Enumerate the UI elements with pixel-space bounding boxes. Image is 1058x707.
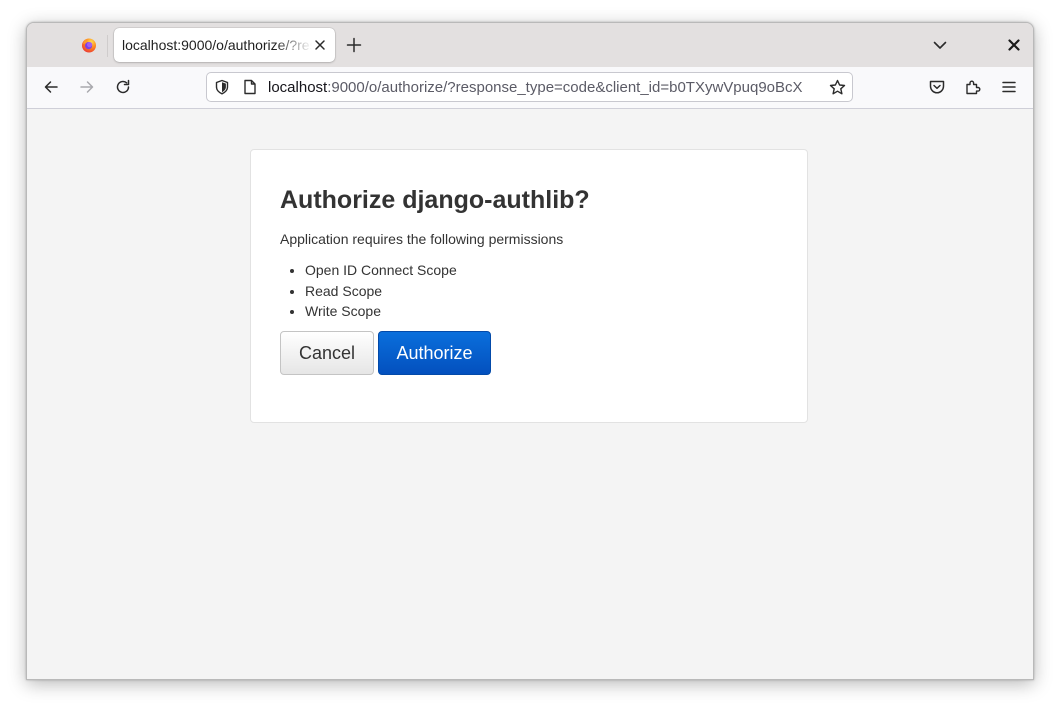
window-close-icon[interactable] (1007, 38, 1021, 52)
authorize-button[interactable]: Authorize (378, 331, 491, 375)
page-title: Authorize django-authlib? (280, 186, 590, 214)
url-path: :9000/o/authorize/?response_type=code&cl… (327, 79, 803, 96)
bookmark-star-icon[interactable] (829, 79, 846, 96)
menu-icon[interactable] (1000, 78, 1018, 96)
shield-icon[interactable] (214, 79, 230, 95)
reload-icon[interactable] (114, 78, 132, 96)
scope-list: Open ID Connect Scope Read Scope Write S… (280, 260, 457, 322)
page-content: Authorize django-authlib? Application re… (27, 109, 1033, 679)
authorize-card: Authorize django-authlib? Application re… (250, 149, 808, 423)
address-bar[interactable]: localhost:9000/o/authorize/?response_typ… (206, 72, 853, 102)
permissions-description: Application requires the following permi… (280, 231, 564, 247)
tab-strip: localhost:9000/o/authorize/?response_typ… (27, 23, 1033, 67)
scope-item: Write Scope (305, 301, 457, 322)
extensions-icon[interactable] (964, 78, 982, 96)
scope-item: Read Scope (305, 281, 457, 302)
page-info-icon[interactable] (243, 79, 257, 95)
tab-active[interactable]: localhost:9000/o/authorize/?response_typ… (114, 28, 335, 62)
url-host: localhost (268, 79, 328, 96)
close-icon[interactable] (313, 38, 327, 52)
forward-arrow-icon[interactable] (78, 78, 96, 96)
cancel-button[interactable]: Cancel (280, 331, 374, 375)
navigation-toolbar: localhost:9000/o/authorize/?response_typ… (27, 67, 1033, 109)
url-text[interactable]: localhost:9000/o/authorize/?response_typ… (268, 79, 823, 96)
pocket-icon[interactable] (928, 78, 946, 96)
new-tab-button[interactable] (345, 36, 363, 54)
firefox-view-button[interactable] (67, 35, 108, 57)
browser-window: localhost:9000/o/authorize/?response_typ… (26, 22, 1034, 680)
chevron-down-icon[interactable] (932, 37, 948, 53)
back-arrow-icon[interactable] (42, 78, 60, 96)
tab-title: localhost:9000/o/authorize/?response_typ… (122, 37, 312, 53)
scope-item: Open ID Connect Scope (305, 260, 457, 281)
firefox-icon (82, 38, 96, 53)
